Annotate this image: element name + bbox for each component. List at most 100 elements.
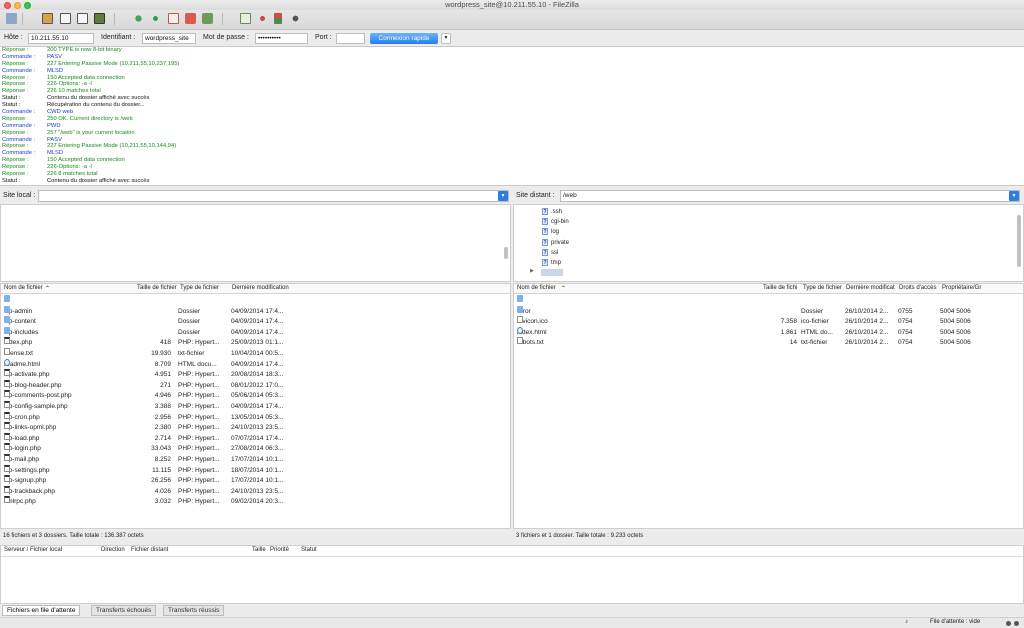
tree-expand-arrow-icon[interactable]: ▶ — [530, 268, 534, 274]
local-tree-scrollbar[interactable] — [504, 247, 508, 259]
col-filename[interactable]: Nom de fichier — [4, 285, 43, 291]
file-size-cell: 11.115 — [152, 466, 171, 474]
col-modified[interactable]: Dernière modification — [232, 285, 289, 291]
tree-folder-item[interactable]: ? cgi-bin — [542, 217, 569, 227]
file-row[interactable]: favicon.ico 7.358 ico-fichier 26/10/2014 2.… — [514, 316, 1023, 328]
queue-col-priority[interactable]: Priorité — [270, 547, 289, 553]
quickconnect-button[interactable]: Connexion rapide — [370, 33, 438, 44]
remote-tree-scrollbar[interactable] — [1017, 215, 1021, 267]
file-name-cell: wp-activate.php — [4, 369, 50, 381]
remote-file-list[interactable]: Nom de fichier ⌃ Taille de fichi Type de… — [513, 283, 1024, 529]
tree-folder-item[interactable]: ? ssl — [542, 248, 558, 258]
file-row[interactable]: error Dossier 26/10/2014 2... 0755 5004 5006 — [514, 305, 1023, 318]
chevron-down-icon[interactable]: ▼ — [498, 191, 508, 201]
sort-ascending-icon: ⌃ — [45, 286, 51, 292]
col-filetype[interactable]: Type de fichier — [180, 285, 219, 291]
tree-folder-label: cgi-bin — [551, 219, 569, 226]
toggle-local-tree-icon[interactable] — [60, 13, 71, 24]
tree-folder-item[interactable]: ? log — [542, 227, 559, 237]
file-modified-cell: 04/09/2014 17:4... — [231, 360, 284, 368]
tab-successful-transfers[interactable]: Transferts réussis — [163, 605, 225, 616]
file-row[interactable]: wp-admin Dossier 04/09/2014 17:4... — [1, 305, 510, 318]
search-remote-icon[interactable] — [290, 13, 301, 24]
compare-dirs-icon[interactable] — [257, 13, 268, 24]
file-row[interactable]: wp-trackback.php 4.026 PHP: Hypert... 24/10… — [1, 485, 510, 498]
file-row[interactable]: wp-config-sample.php 3.388 PHP: Hypert... 0… — [1, 401, 510, 413]
minimize-window-button[interactable] — [14, 2, 21, 9]
tab-failed-transfers[interactable]: Transferts échoués — [91, 605, 157, 616]
local-file-list[interactable]: Nom de fichier ⌃ Taille de fichier Type … — [0, 283, 511, 529]
queue-col-remote[interactable]: Fichier distant — [131, 547, 168, 553]
tree-selected-folder[interactable] — [541, 269, 563, 276]
tree-folder-item[interactable]: ? tmp — [542, 258, 561, 268]
file-size-cell: 2.380 — [154, 424, 171, 432]
file-row[interactable]: wp-signup.php 26.256 PHP: Hypert... 17/07/2… — [1, 475, 510, 487]
host-input[interactable]: 10.211.55.10 — [28, 33, 94, 44]
file-row[interactable]: wp-blog-header.php 271 PHP: Hypert... 08/01… — [1, 379, 510, 392]
log-line-type: Réponse : — [2, 88, 29, 95]
file-row[interactable]: robots.txt 14 txt-fichier 26/10/2014 2... 07… — [514, 337, 1023, 349]
file-row[interactable]: wp-load.php 2.714 PHP: Hypert... 07/07/2014… — [1, 432, 510, 445]
col-permissions[interactable]: Droits d'accès — [899, 285, 937, 291]
col-filename[interactable]: Nom de fichier — [517, 285, 556, 291]
tree-folder-item[interactable]: ? .ssh — [542, 207, 562, 217]
toggle-remote-tree-icon[interactable] — [77, 13, 88, 24]
queue-col-direction[interactable]: Direction — [101, 547, 125, 553]
zoom-window-button[interactable] — [24, 2, 31, 9]
col-filetype[interactable]: Type de fichier — [803, 285, 842, 291]
queue-col-server[interactable]: Serveur / Fichier local — [4, 547, 62, 553]
file-row[interactable]: wp-login.php 33.043 PHP: Hypert... 27/08/20… — [1, 443, 510, 455]
col-filesize[interactable]: Taille de fichier — [137, 285, 177, 291]
username-input[interactable]: wordpress_site — [142, 33, 196, 44]
file-row[interactable]: wp-includes Dossier 04/09/2014 17:4... — [1, 326, 510, 339]
filter-icon[interactable] — [240, 13, 251, 24]
file-row[interactable]: .. — [1, 295, 510, 307]
file-row[interactable]: wp-cron.php 2.956 PHP: Hypert... 13/05/2014… — [1, 411, 510, 424]
refresh-icon[interactable] — [133, 13, 144, 24]
cancel-operation-icon[interactable] — [168, 13, 179, 24]
file-row[interactable]: index.php 418 PHP: Hypert... 25/09/2013 01:… — [1, 337, 510, 349]
chevron-down-icon[interactable]: ▼ — [1009, 191, 1019, 201]
queue-col-size[interactable]: Taille — [252, 547, 266, 553]
queue-tabs: Fichiers en file d'attente Transferts éc… — [0, 605, 1024, 616]
transfer-queue[interactable]: Serveur / Fichier local Direction Fichie… — [0, 545, 1024, 604]
col-filesize[interactable]: Taille de fichi — [763, 285, 797, 291]
file-row[interactable]: wp-mail.php 8.252 PHP: Hypert... 17/07/2014… — [1, 454, 510, 466]
message-log[interactable]: Réponse :200 TYPE is now 8-bit binary Com… — [0, 46, 1024, 186]
file-row[interactable]: wp-settings.php 11.115 PHP: Hypert... 18/07… — [1, 464, 510, 477]
password-input[interactable]: •••••••••• — [255, 33, 308, 44]
toggle-queue-icon[interactable] — [94, 13, 105, 24]
toggle-log-icon[interactable] — [42, 13, 53, 24]
file-row[interactable]: wp-comments-post.php 4.946 PHP: Hypert... 0… — [1, 390, 510, 402]
col-owner[interactable]: Propriétaire/Gr — [942, 285, 981, 291]
port-input[interactable] — [336, 33, 365, 44]
sync-browsing-icon[interactable] — [274, 13, 282, 24]
queue-col-status[interactable]: Statut — [301, 547, 317, 553]
remote-path-value: /web — [563, 192, 577, 199]
file-modified-cell: 05/06/2014 05:3... — [231, 392, 284, 400]
file-row[interactable]: index.html 1.861 HTML do... 26/10/2014 2...… — [514, 326, 1023, 339]
file-row[interactable]: readme.html 8.709 HTML docu... 04/09/2014 1… — [1, 358, 510, 371]
file-row[interactable]: wp-activate.php 4.951 PHP: Hypert... 20/08/… — [1, 369, 510, 381]
quickconnect-history-dropdown[interactable]: ▼ — [441, 33, 451, 44]
file-row[interactable]: .. — [514, 295, 1023, 307]
remote-directory-tree[interactable]: ▶ ? .ssh? cgi-bin? log? private? ssl? tmp — [513, 204, 1024, 282]
disconnect-icon[interactable] — [185, 13, 196, 24]
process-queue-icon[interactable] — [150, 13, 161, 24]
reconnect-icon[interactable] — [202, 13, 213, 24]
local-path-combobox[interactable]: ▼ — [38, 190, 509, 202]
col-modified[interactable]: Dernière modificat — [846, 285, 895, 291]
file-row[interactable]: wp-links-opml.php 2.380 PHP: Hypert... 24/1… — [1, 422, 510, 434]
log-line: Réponse : 200 TYPE is now 8-bit binary — [0, 47, 1024, 54]
file-row[interactable]: wp-content Dossier 04/09/2014 17:4... — [1, 316, 510, 328]
file-type-cell: Dossier — [178, 328, 201, 336]
file-row[interactable]: license.txt 19.930 txt-fichier 10/04/2014 0… — [1, 348, 510, 360]
site-manager-icon[interactable] — [6, 13, 17, 24]
tab-queued-files[interactable]: Fichiers en file d'attente — [2, 605, 81, 616]
tree-folder-item[interactable]: ? private — [542, 238, 569, 248]
file-modified-cell: 26/10/2014 2... — [845, 318, 889, 326]
close-window-button[interactable] — [4, 2, 11, 9]
file-row[interactable]: xmlrpc.php 3.032 PHP: Hypert... 09/02/2014 … — [1, 496, 510, 508]
remote-path-combobox[interactable]: /web ▼ — [560, 190, 1020, 202]
local-directory-tree[interactable] — [0, 204, 511, 282]
